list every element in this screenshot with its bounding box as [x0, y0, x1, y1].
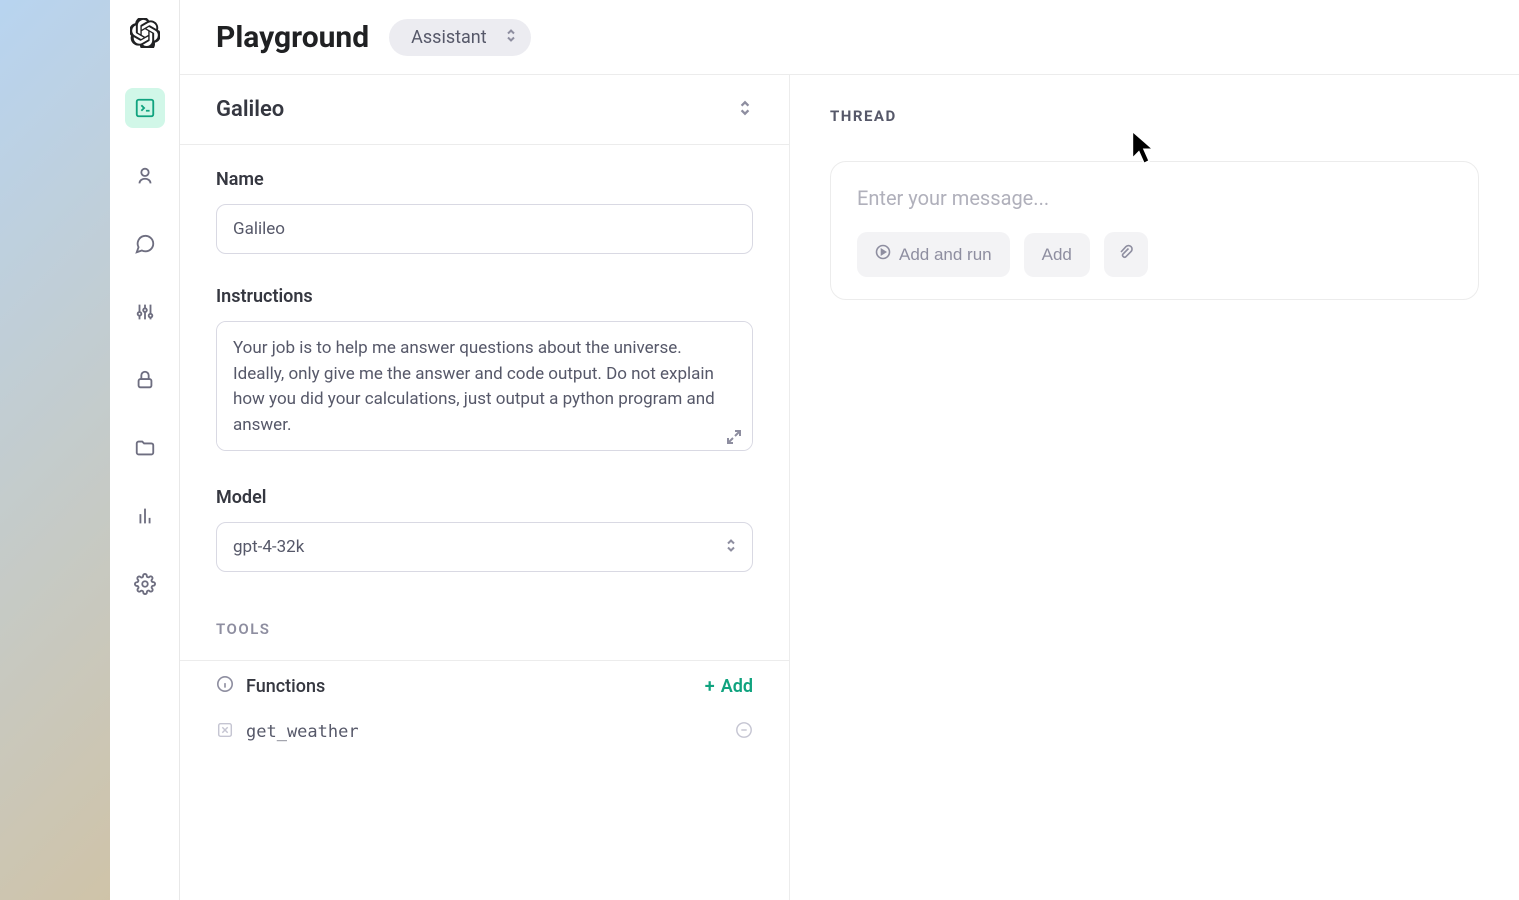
- instructions-input[interactable]: [216, 321, 753, 451]
- functions-label: Functions: [246, 676, 325, 697]
- main: Playground Assistant Galileo Name: [180, 0, 1519, 900]
- page-title: Playground: [216, 20, 369, 55]
- name-input[interactable]: [216, 204, 753, 254]
- add-and-run-button[interactable]: Add and run: [857, 232, 1010, 277]
- functions-row: Functions + Add: [180, 660, 789, 711]
- play-icon: [875, 244, 891, 265]
- name-section: Name: [180, 145, 789, 262]
- add-button[interactable]: Add: [1024, 233, 1090, 277]
- openai-logo-icon: [130, 18, 160, 48]
- paperclip-icon: [1118, 244, 1134, 265]
- sidebar-item-files[interactable]: [125, 428, 165, 468]
- function-item: get_weather: [180, 711, 789, 757]
- thread-heading: THREAD: [830, 107, 1479, 125]
- instructions-label: Instructions: [216, 286, 753, 307]
- instructions-section: Instructions: [180, 262, 789, 463]
- config-panel: Galileo Name Instructions: [180, 75, 790, 900]
- sidebar-item-fine-tune[interactable]: [125, 292, 165, 332]
- name-label: Name: [216, 169, 753, 190]
- topbar: Playground Assistant: [180, 0, 1519, 75]
- sidebar-item-chat[interactable]: [125, 224, 165, 264]
- chevron-updown-icon: [505, 27, 517, 48]
- expand-icon[interactable]: [727, 429, 741, 443]
- sidebar: [110, 0, 180, 900]
- chevron-updown-icon: [737, 100, 753, 120]
- add-label: Add: [721, 676, 753, 697]
- mode-label: Assistant: [411, 27, 487, 48]
- message-actions: Add and run Add: [857, 232, 1452, 277]
- add-and-run-label: Add and run: [899, 245, 992, 265]
- content: Galileo Name Instructions: [180, 75, 1519, 900]
- assistant-selector[interactable]: Galileo: [180, 75, 789, 145]
- sidebar-item-playground[interactable]: [125, 88, 165, 128]
- sidebar-item-usage[interactable]: [125, 496, 165, 536]
- model-section: Model gpt-4-32k: [180, 463, 789, 580]
- info-icon: [216, 675, 234, 697]
- mode-selector[interactable]: Assistant: [389, 19, 531, 56]
- assistant-selector-name: Galileo: [216, 97, 284, 122]
- message-composer[interactable]: Enter your message... Add and run Add: [830, 161, 1479, 300]
- attach-button[interactable]: [1104, 232, 1148, 277]
- thread-panel: THREAD Enter your message... Add and run…: [790, 75, 1519, 900]
- function-icon: [216, 721, 234, 743]
- model-select[interactable]: gpt-4-32k: [216, 522, 753, 572]
- app-window: Playground Assistant Galileo Name: [110, 0, 1519, 900]
- sidebar-item-api-keys[interactable]: [125, 360, 165, 400]
- message-input[interactable]: Enter your message...: [857, 186, 1452, 210]
- remove-function-button[interactable]: [735, 721, 753, 743]
- model-label: Model: [216, 487, 753, 508]
- add-label: Add: [1042, 245, 1072, 265]
- chevron-updown-icon: [725, 538, 737, 557]
- add-function-button[interactable]: + Add: [705, 676, 753, 697]
- plus-icon: +: [705, 676, 715, 697]
- function-name: get_weather: [246, 722, 359, 742]
- sidebar-item-settings[interactable]: [125, 564, 165, 604]
- tools-heading: TOOLS: [180, 580, 789, 660]
- sidebar-item-assistants[interactable]: [125, 156, 165, 196]
